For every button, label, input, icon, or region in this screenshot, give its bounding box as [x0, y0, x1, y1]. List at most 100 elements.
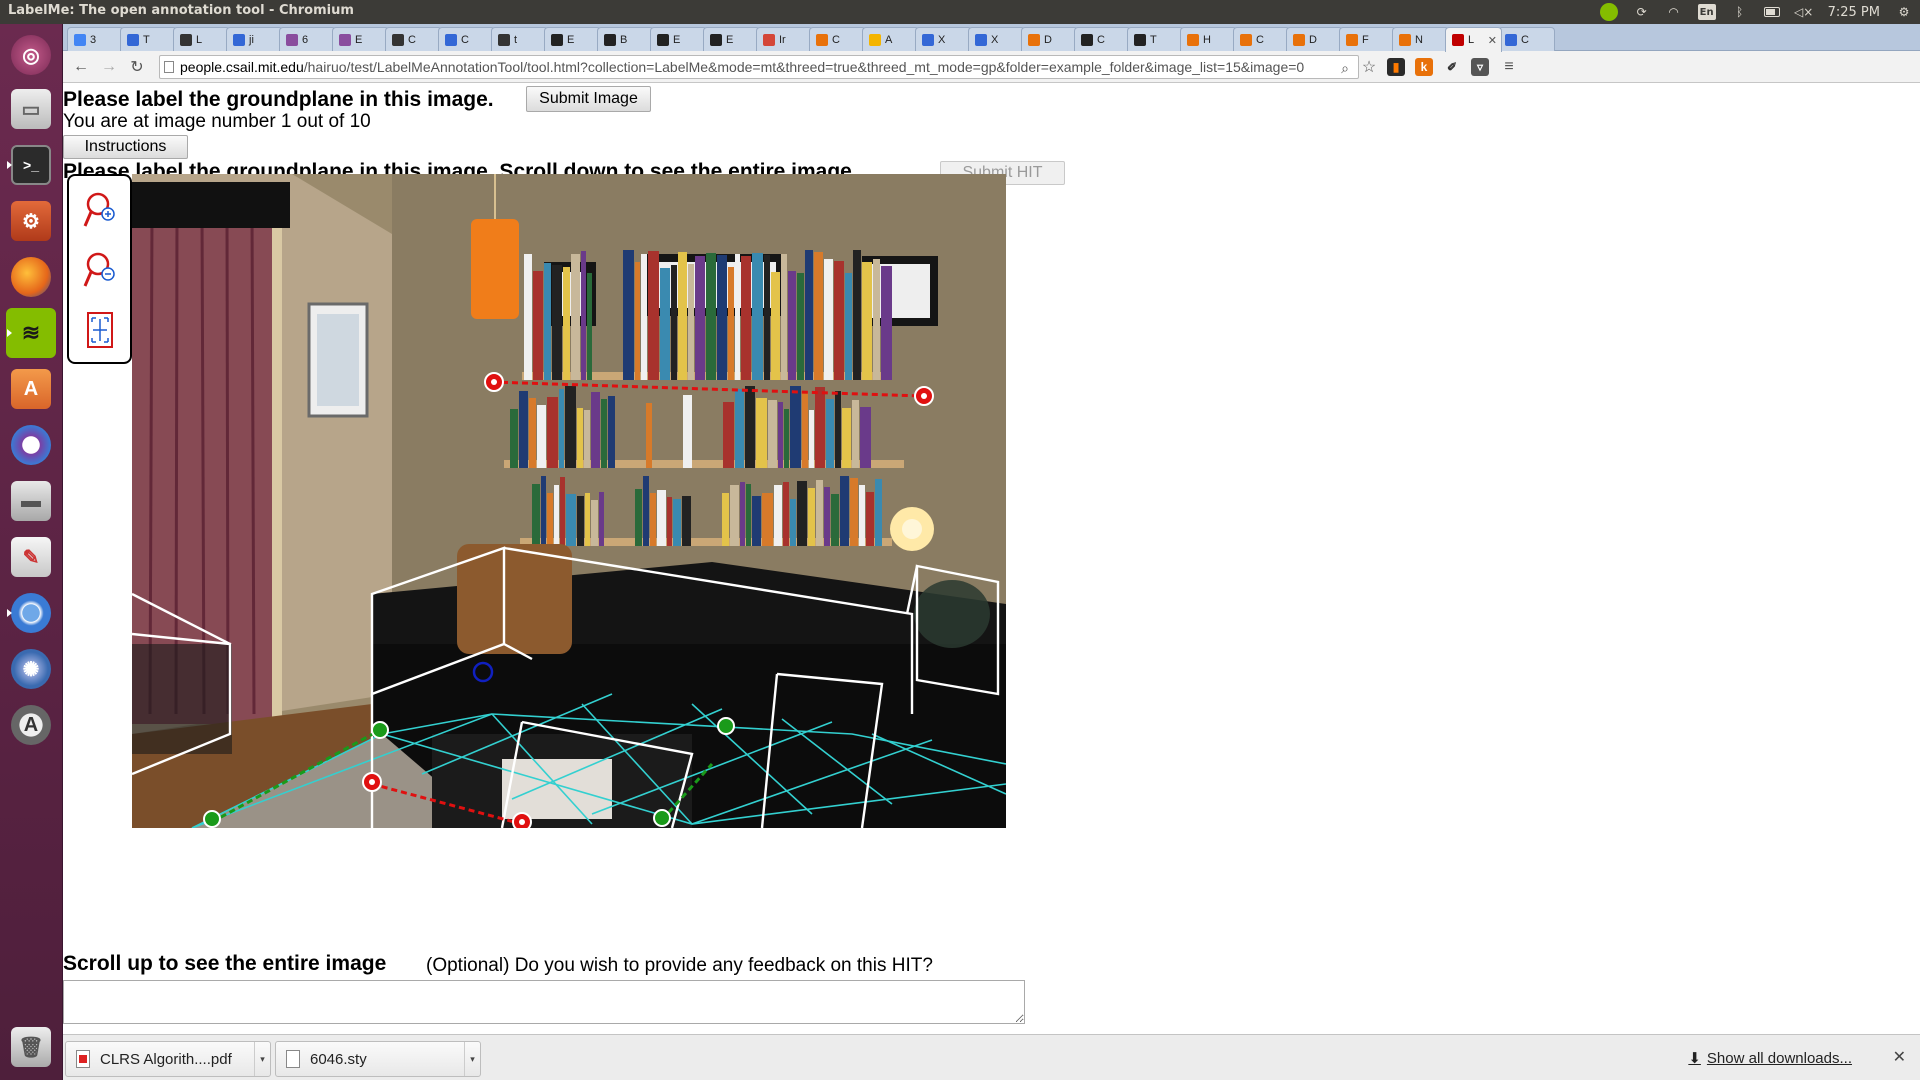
book-spine: [781, 254, 787, 380]
book-spine: [873, 259, 880, 380]
launcher-terminal[interactable]: >_: [6, 140, 56, 190]
show-all-downloads-link[interactable]: ⬇ Show all downloads...: [1688, 1049, 1852, 1068]
book-spine: [741, 256, 751, 380]
tab-close-icon[interactable]: ✕: [1488, 34, 1497, 47]
book-spine: [784, 409, 789, 468]
annotation-canvas[interactable]: [132, 174, 1006, 828]
browser-tab[interactable]: L: [173, 27, 230, 51]
fit-image-icon[interactable]: [83, 310, 117, 350]
browser-tab[interactable]: D: [1286, 27, 1343, 51]
browser-tab[interactable]: D: [1021, 27, 1078, 51]
book-spine: [635, 262, 640, 380]
progress-text: You are at image number 1 out of 10: [63, 111, 371, 132]
download-item-pdf[interactable]: CLRS Algorith....pdf ▾: [65, 1041, 271, 1077]
back-button[interactable]: ←: [71, 57, 91, 77]
browser-tab[interactable]: C: [809, 27, 866, 51]
browser-tab[interactable]: E: [703, 27, 760, 51]
book-spine: [547, 493, 553, 546]
browser-tab[interactable]: E: [650, 27, 707, 51]
browser-tab[interactable]: X: [915, 27, 972, 51]
instructions-button[interactable]: Instructions: [63, 135, 188, 159]
feedback-textarea[interactable]: [63, 980, 1025, 1024]
browser-tab[interactable]: H: [1180, 27, 1237, 51]
launcher-spotify[interactable]: ≋: [6, 308, 56, 358]
browser-tab[interactable]: 6: [279, 27, 336, 51]
launcher-dash[interactable]: ◎: [6, 30, 56, 80]
settings-gear-icon[interactable]: ⚙: [1896, 4, 1912, 20]
browser-tab[interactable]: C: [1498, 27, 1555, 51]
zoom-out-icon[interactable]: [83, 250, 117, 290]
browser-tab[interactable]: B: [597, 27, 654, 51]
ext-tools-icon[interactable]: ✐: [1443, 58, 1461, 76]
browser-tab[interactable]: E: [332, 27, 389, 51]
pdf-file-icon: [76, 1050, 90, 1068]
sync-icon[interactable]: ⟳: [1634, 4, 1650, 20]
bluetooth-icon[interactable]: ᛒ: [1732, 4, 1748, 20]
launcher-software-center[interactable]: A: [6, 364, 56, 414]
menu-icon[interactable]: ≡: [1499, 57, 1519, 77]
ext-pocket-icon[interactable]: ▿: [1471, 58, 1489, 76]
browser-tab[interactable]: 3: [67, 27, 124, 51]
launcher-system-settings[interactable]: ⚙: [6, 196, 56, 246]
tab-label: B: [620, 33, 628, 46]
browser-tab[interactable]: E: [544, 27, 601, 51]
browser-tab[interactable]: C: [1233, 27, 1290, 51]
submit-image-button[interactable]: Submit Image: [526, 86, 651, 112]
launcher-trash[interactable]: 🗑: [6, 1022, 56, 1072]
download-arrow-icon: ⬇: [1688, 1050, 1701, 1067]
launcher-chromium[interactable]: [6, 588, 56, 638]
launcher-shutter[interactable]: ✺: [6, 644, 56, 694]
launcher-firefox[interactable]: [6, 252, 56, 302]
launcher-texteditor[interactable]: ✎: [6, 532, 56, 582]
battery-icon[interactable]: [1763, 4, 1780, 20]
tab-favicon-icon: [763, 33, 775, 46]
address-bar[interactable]: people.csail.mit.edu/hairuo/test/LabelMe…: [159, 55, 1359, 79]
tab-favicon-icon: [498, 33, 510, 46]
launcher-unity-tweak[interactable]: [6, 420, 56, 470]
book-spine: [559, 389, 564, 468]
download-item-sty[interactable]: 6046.sty ▾: [275, 1041, 481, 1077]
bookmark-star-icon[interactable]: ☆: [1359, 57, 1379, 77]
browser-tab[interactable]: T: [1127, 27, 1184, 51]
download-menu-arrow[interactable]: ▾: [254, 1042, 270, 1076]
close-shelf-icon[interactable]: ✕: [1893, 1047, 1906, 1067]
tool-palette: [67, 174, 132, 364]
browser-tab[interactable]: X: [968, 27, 1025, 51]
browser-tab[interactable]: N: [1392, 27, 1449, 51]
book-spine: [529, 398, 536, 468]
ext-k-icon[interactable]: k: [1415, 58, 1433, 76]
volume-icon[interactable]: ◁×: [1794, 4, 1813, 20]
browser-tab[interactable]: C: [385, 27, 442, 51]
launcher-updater[interactable]: A: [6, 700, 56, 750]
book-spine: [581, 251, 586, 380]
browser-tab[interactable]: C: [1074, 27, 1131, 51]
zoom-search-icon[interactable]: ⌕: [1335, 58, 1355, 78]
book-spine: [875, 479, 882, 546]
reload-button[interactable]: ↻: [127, 57, 147, 77]
browser-tab[interactable]: T: [120, 27, 177, 51]
browser-tab[interactable]: t: [491, 27, 548, 51]
launcher-disks[interactable]: ▬: [6, 476, 56, 526]
tab-favicon-icon: [816, 33, 828, 46]
zoom-in-icon[interactable]: [83, 190, 117, 230]
book-spine: [524, 254, 532, 380]
tab-active[interactable]: L ✕: [1445, 27, 1502, 52]
book-spine: [756, 398, 767, 468]
browser-tab[interactable]: C: [438, 27, 495, 51]
clock[interactable]: 7:25 PM: [1828, 5, 1880, 20]
wifi-icon[interactable]: ◠: [1666, 4, 1682, 20]
feedback-question: (Optional) Do you wish to provide any fe…: [426, 955, 933, 976]
browser-tab[interactable]: A: [862, 27, 919, 51]
browser-tab[interactable]: ji: [226, 27, 283, 51]
spotify-tray-icon[interactable]: [1599, 3, 1618, 21]
book-spine: [591, 392, 600, 468]
browser-tab[interactable]: F: [1339, 27, 1396, 51]
forward-button[interactable]: →: [99, 57, 119, 77]
keyboard-layout-indicator[interactable]: En: [1697, 4, 1716, 20]
book-spine: [852, 400, 859, 468]
download-menu-arrow[interactable]: ▾: [464, 1042, 480, 1076]
ext-icon-1[interactable]: ▮: [1387, 58, 1405, 76]
browser-tab[interactable]: Ir: [756, 27, 813, 51]
launcher-files[interactable]: ▭: [6, 84, 56, 134]
book-spine: [599, 492, 604, 546]
